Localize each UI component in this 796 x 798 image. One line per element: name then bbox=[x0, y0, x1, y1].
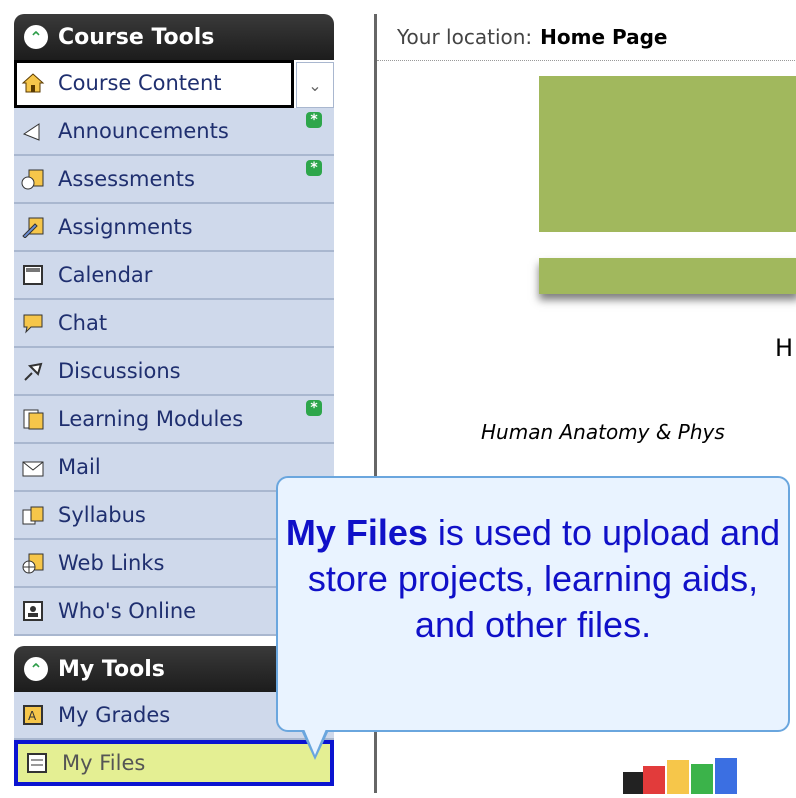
pushpin-icon bbox=[20, 358, 46, 384]
course-tools-title: Course Tools bbox=[58, 24, 215, 50]
stopwatch-icon bbox=[20, 166, 46, 192]
chat-bubble-icon bbox=[20, 310, 46, 336]
sidebar-item-assessments[interactable]: Assessments * bbox=[14, 156, 334, 204]
sidebar-item-label: Mail bbox=[58, 455, 101, 479]
sidebar-item-chat[interactable]: Chat bbox=[14, 300, 334, 348]
sidebar-item-course-content[interactable]: Course Content bbox=[14, 60, 294, 108]
collapse-chevron-icon[interactable]: ⌃ bbox=[24, 25, 48, 49]
sidebar-item-label: Announcements bbox=[58, 119, 229, 143]
sidebar-item-learning-modules[interactable]: Learning Modules * bbox=[14, 396, 334, 444]
sidebar-item-label: Discussions bbox=[58, 359, 181, 383]
globe-icon bbox=[20, 550, 46, 576]
sidebar-item-label: Web Links bbox=[58, 551, 165, 575]
breadcrumb: Your location: Home Page bbox=[377, 14, 796, 61]
new-content-badge-icon: * bbox=[306, 160, 322, 176]
callout-pointer-inner bbox=[304, 729, 326, 755]
home-icon bbox=[20, 70, 46, 96]
expand-chevron-icon[interactable]: ⌄ bbox=[296, 62, 334, 108]
sidebar-item-label: Learning Modules bbox=[58, 407, 244, 431]
sidebar-item-label: My Files bbox=[62, 751, 146, 775]
document-icon bbox=[20, 406, 46, 432]
sidebar-item-label: Chat bbox=[58, 311, 108, 335]
sidebar-item-label: Assessments bbox=[58, 167, 195, 191]
sidebar-item-label: Assignments bbox=[58, 215, 193, 239]
book-icon bbox=[20, 502, 46, 528]
sidebar-item-assignments[interactable]: Assignments bbox=[14, 204, 334, 252]
page-heading: H bbox=[775, 334, 794, 362]
course-subtitle: Human Anatomy & Phys bbox=[481, 420, 725, 444]
grades-icon: A bbox=[20, 702, 46, 728]
svg-text:A: A bbox=[28, 709, 37, 723]
new-content-badge-icon: * bbox=[306, 112, 322, 128]
sidebar-item-my-files[interactable]: My Files bbox=[14, 740, 334, 786]
folder-image bbox=[623, 754, 753, 794]
sidebar-item-label: Course Content bbox=[58, 71, 222, 95]
envelope-icon bbox=[20, 454, 46, 480]
calendar-icon bbox=[20, 262, 46, 288]
sidebar-item-label: My Grades bbox=[58, 703, 171, 727]
person-icon bbox=[20, 598, 46, 624]
callout-bold-text: My Files bbox=[285, 512, 428, 553]
files-icon bbox=[24, 750, 50, 776]
course-banner bbox=[539, 76, 796, 232]
my-tools-title: My Tools bbox=[58, 656, 165, 682]
course-tools-header[interactable]: ⌃ Course Tools bbox=[14, 14, 334, 60]
banner-shadow-strip bbox=[539, 258, 796, 294]
location-prefix: Your location: bbox=[397, 25, 533, 49]
sidebar-item-calendar[interactable]: Calendar bbox=[14, 252, 334, 300]
collapse-chevron-icon[interactable]: ⌃ bbox=[24, 657, 48, 681]
tooltip-callout: My Files is used to upload and store pro… bbox=[276, 476, 790, 732]
sidebar-item-label: Who's Online bbox=[58, 599, 197, 623]
sidebar-item-label: Syllabus bbox=[58, 503, 146, 527]
sidebar-item-discussions[interactable]: Discussions bbox=[14, 348, 334, 396]
location-value[interactable]: Home Page bbox=[540, 25, 667, 49]
sidebar-item-announcements[interactable]: Announcements * bbox=[14, 108, 334, 156]
megaphone-icon bbox=[20, 118, 46, 144]
sidebar-item-label: Calendar bbox=[58, 263, 153, 287]
pencil-icon bbox=[20, 214, 46, 240]
new-content-badge-icon: * bbox=[306, 400, 322, 416]
